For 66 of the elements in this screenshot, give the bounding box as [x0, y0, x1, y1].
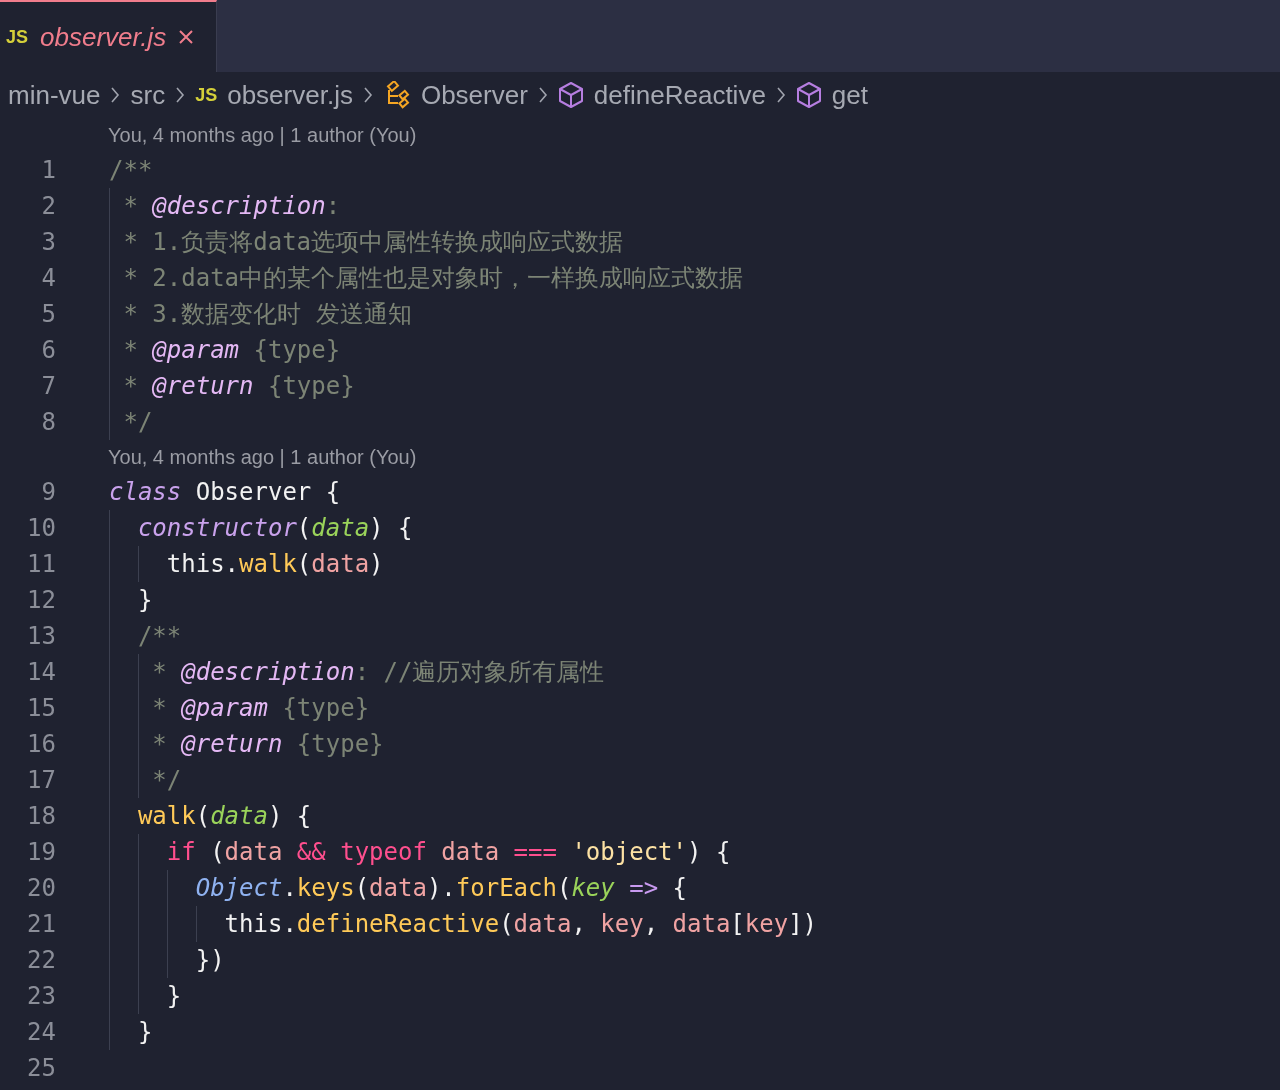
code-line: this.defineReactive(data, key, data[key])	[223, 910, 818, 938]
breadcrumb-item[interactable]: get	[795, 79, 868, 111]
line-number: 5	[40, 300, 56, 328]
breadcrumb-item[interactable]: Observer	[382, 79, 528, 111]
line-number: 12	[26, 586, 56, 614]
code-line: if (data && typeof data === 'object') {	[165, 838, 731, 866]
line-number: 24	[26, 1018, 56, 1046]
line-number: 25	[26, 1054, 56, 1082]
line-number: 20	[26, 874, 56, 902]
chevron-icon	[362, 86, 373, 104]
chevron-icon	[775, 86, 786, 104]
code-line: }	[136, 586, 153, 614]
line-number: 10	[26, 514, 56, 542]
line-number: 16	[26, 730, 56, 758]
line-number: 3	[40, 228, 56, 256]
code-line: * 1.负责将data选项中属性转换成响应式数据	[122, 227, 624, 258]
code-line: * @return {type}	[122, 372, 355, 400]
breadcrumb-item[interactable]: defineReactive	[557, 79, 766, 111]
code-line: */	[122, 408, 153, 436]
code-line: }	[136, 1018, 153, 1046]
code-line: })	[194, 946, 225, 974]
line-number: 6	[40, 336, 56, 364]
line-number: 22	[26, 946, 56, 974]
line-number: 21	[26, 910, 56, 938]
line-number: 8	[40, 408, 56, 436]
code-line: * @param {type}	[151, 694, 370, 722]
code-line: * @return {type}	[151, 730, 384, 758]
code-line: /**	[109, 156, 153, 184]
line-number: 11	[26, 550, 56, 578]
code-line: walk(data) {	[136, 802, 312, 830]
line-number: 9	[40, 478, 56, 506]
breadcrumb-item[interactable]: JS observer.js	[195, 79, 353, 111]
code-line: Object.keys(data).forEach(key => {	[194, 874, 688, 902]
cube-icon	[557, 81, 584, 109]
editor-tab[interactable]: JS observer.js	[0, 0, 218, 72]
code-line: class Observer {	[109, 478, 341, 506]
code-line: this.walk(data)	[165, 550, 384, 578]
code-line: * @description:	[122, 192, 341, 220]
cube-icon	[795, 81, 822, 109]
line-number: 23	[26, 982, 56, 1010]
breadcrumb-item[interactable]: min-vue	[8, 79, 101, 111]
codelens-annotation[interactable]: You, 4 months ago | 1 author (You)	[108, 445, 417, 469]
chevron-icon	[537, 86, 548, 104]
code-line: * @description: //遍历对象所有属性	[151, 657, 605, 688]
code-line: }	[165, 982, 182, 1010]
code-line: */	[151, 766, 182, 794]
code-line: constructor(data) {	[136, 514, 413, 542]
code-line: * 3.数据变化时 发送通知	[122, 299, 412, 330]
line-number: 4	[40, 264, 56, 292]
line-number: 15	[26, 694, 56, 722]
line-number: 2	[40, 192, 56, 220]
code-line: * 2.data中的某个属性也是对象时，一样换成响应式数据	[122, 263, 744, 294]
code-line: * @param {type}	[122, 336, 341, 364]
breadcrumb-item[interactable]: src	[130, 79, 166, 111]
chevron-icon	[175, 86, 186, 104]
codelens-annotation[interactable]: You, 4 months ago | 1 author (You)	[108, 123, 417, 147]
line-number: 13	[26, 622, 56, 650]
chevron-icon	[110, 86, 121, 104]
line-number: 14	[26, 658, 56, 686]
close-icon[interactable]	[178, 29, 195, 45]
line-number: 7	[40, 372, 56, 400]
line-number: 1	[40, 156, 56, 184]
line-number: 18	[26, 802, 56, 830]
code-line: /**	[136, 622, 182, 650]
line-number: 19	[26, 838, 56, 866]
line-number: 17	[26, 766, 56, 794]
